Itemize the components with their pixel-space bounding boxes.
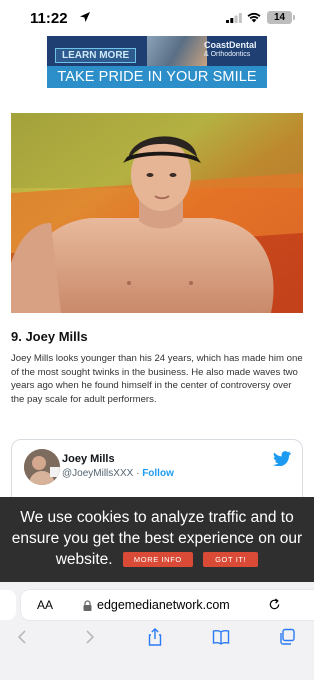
signal-icon: [226, 13, 242, 23]
got-it-button[interactable]: GOT IT!: [203, 552, 259, 567]
cookie-message-block: We use cookies to analyze traffic and to…: [8, 507, 306, 570]
tweet-handle[interactable]: @JoeyMillsXXX: [62, 468, 133, 479]
share-icon[interactable]: [146, 628, 164, 646]
wifi-icon: [247, 12, 261, 23]
twitter-bird-icon[interactable]: [273, 451, 291, 466]
lock-icon: [83, 600, 92, 611]
reload-icon[interactable]: [268, 598, 281, 611]
tweet-separator: ·: [136, 468, 140, 479]
text-size-button[interactable]: AA: [37, 598, 53, 612]
ad-brand-logo: CoastDental & Orthodontics: [204, 40, 257, 60]
back-icon[interactable]: [14, 628, 32, 646]
browser-toolbar: [0, 628, 314, 652]
article-body: Joey Mills looks younger than his 24 yea…: [11, 353, 303, 405]
status-time: 11:22: [30, 10, 68, 27]
ad-learn-more-button[interactable]: LEARN MORE: [55, 48, 137, 63]
status-bar: 11:22 14: [0, 0, 314, 36]
ad-brand-name: CoastDental: [204, 40, 257, 50]
avatar[interactable]: [24, 449, 60, 485]
battery-icon: 14: [267, 11, 295, 24]
page: 11:22 14 LEARN MORE CoastDental & Orthod…: [0, 0, 314, 680]
ad-tagline: TAKE PRIDE IN YOUR SMILE: [47, 66, 267, 88]
ad-photo: [147, 36, 207, 66]
article-photo: [11, 113, 303, 313]
address-bar[interactable]: AA edgemedianetwork.com: [21, 590, 314, 620]
bookmarks-icon[interactable]: [212, 628, 230, 646]
article-heading: 9. Joey Mills: [11, 329, 88, 344]
tweet-author-line: @JoeyMillsXXX · Follow: [62, 468, 174, 479]
forward-icon[interactable]: [80, 628, 98, 646]
url-text[interactable]: edgemedianetwork.com: [97, 598, 230, 612]
previous-tab-edge[interactable]: [0, 590, 16, 620]
tabs-icon[interactable]: [278, 628, 296, 646]
browser-chrome: AA edgemedianetwork.com: [0, 582, 314, 680]
location-arrow-icon: [80, 12, 90, 22]
avatar-graphic: [24, 449, 60, 485]
follow-button[interactable]: Follow: [142, 468, 174, 479]
cookie-banner: We use cookies to analyze traffic and to…: [0, 497, 314, 582]
more-info-button[interactable]: MORE INFO: [122, 552, 193, 567]
tweet-author-name[interactable]: Joey Mills: [62, 453, 115, 465]
article-photo-graphic: [11, 113, 303, 313]
ad-banner[interactable]: LEARN MORE CoastDental & Orthodontics TA…: [47, 36, 267, 88]
ad-brand-sub: & Orthodontics: [204, 51, 251, 58]
